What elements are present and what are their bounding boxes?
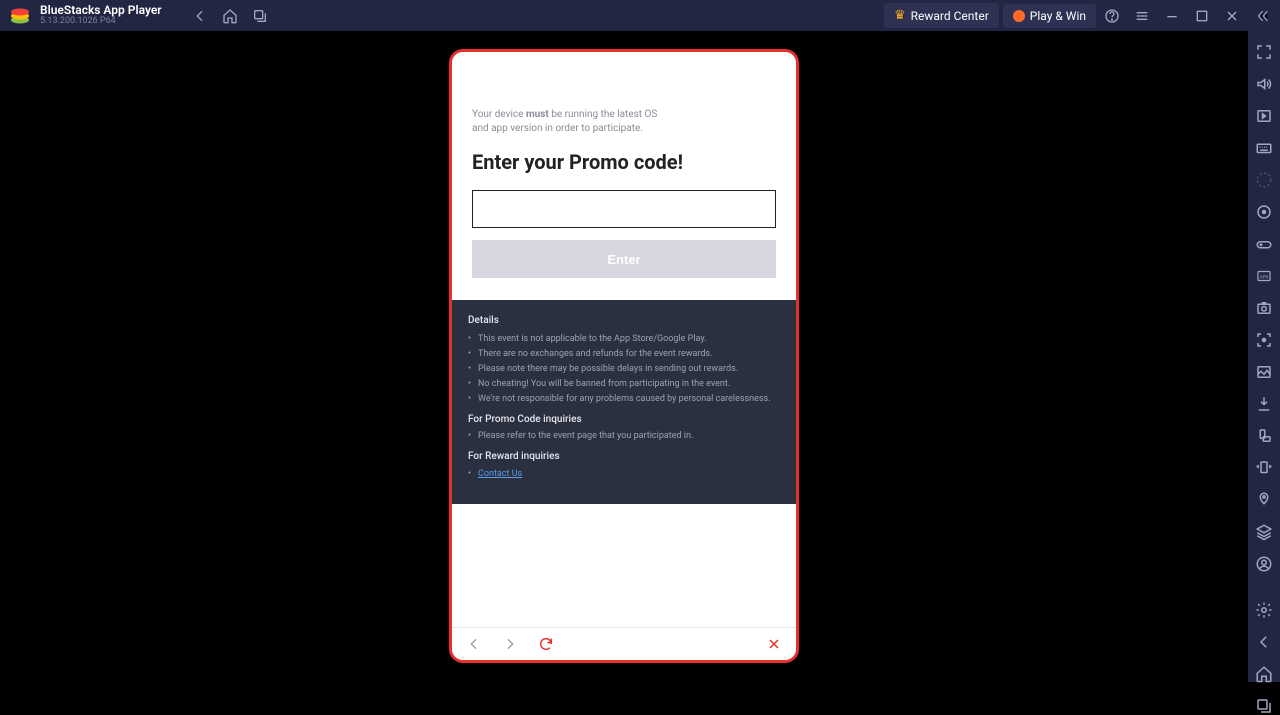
crown-icon: ♛ [894, 8, 906, 23]
titlebar: BlueStacks App Player 5.13.200.1026 P64 … [0, 0, 1280, 31]
gamepad-icon[interactable] [1255, 235, 1273, 253]
close-icon[interactable] [1224, 8, 1240, 24]
shake-icon[interactable] [1255, 459, 1273, 477]
promo-panel: Your device must be running the latest O… [452, 52, 796, 300]
help-icon[interactable] [1104, 8, 1120, 24]
volume-icon[interactable] [1255, 75, 1273, 93]
maximize-icon[interactable] [1194, 8, 1210, 24]
media-icon[interactable] [1255, 363, 1273, 381]
reward-inquiries-list: Contact Us [468, 467, 780, 482]
pin-icon[interactable] [1255, 491, 1273, 509]
promo-heading: Enter your Promo code! [472, 150, 776, 174]
install-icon[interactable] [1255, 395, 1273, 413]
list-item: Contact Us [478, 467, 780, 482]
reward-center-label: Reward Center [911, 9, 989, 23]
home-icon[interactable] [222, 8, 238, 24]
fullscreen-icon[interactable] [1255, 43, 1273, 61]
bluestacks-logo [8, 4, 32, 28]
play-win-button[interactable]: Play & Win [1003, 4, 1096, 28]
collapse-icon[interactable] [1254, 8, 1270, 24]
enter-button[interactable]: Enter [472, 240, 776, 278]
svg-text:APK: APK [1260, 274, 1269, 280]
list-item: We're not responsible for any problems c… [478, 392, 780, 407]
promo-inquiries-list: Please refer to the event page that you … [468, 429, 780, 444]
list-item: Please refer to the event page that you … [478, 429, 780, 444]
list-item: There are no exchanges and refunds for t… [478, 347, 780, 362]
phone-blank-area [452, 504, 796, 627]
orange-dot-icon [1013, 10, 1025, 22]
settings-icon[interactable] [1255, 601, 1273, 619]
phone-frame: Your device must be running the latest O… [449, 49, 799, 663]
phone-bottom-nav [452, 627, 796, 660]
lock-cursor-icon[interactable] [1255, 107, 1273, 125]
location-icon[interactable] [1255, 203, 1273, 221]
account-icon[interactable] [1255, 555, 1273, 573]
apk-icon[interactable]: APK [1255, 267, 1273, 285]
menu-icon[interactable] [1134, 8, 1150, 24]
nav-forward-icon[interactable] [502, 636, 518, 652]
reward-inquiries-heading: For Reward inquiries [468, 450, 780, 465]
screenshot-icon[interactable] [1255, 299, 1273, 317]
promo-code-input[interactable] [472, 190, 776, 228]
keyboard-icon[interactable] [1255, 139, 1273, 157]
nav-close-icon[interactable] [766, 636, 782, 652]
back-arrow-icon[interactable] [1255, 633, 1273, 651]
app-version: 5.13.200.1026 P64 [40, 17, 162, 27]
promo-inquiries-heading: For Promo Code inquiries [468, 413, 780, 428]
nav-reload-icon[interactable] [538, 636, 554, 652]
recents-icon[interactable] [252, 8, 268, 24]
device-note: Your device must be running the latest O… [472, 108, 776, 136]
minimize-icon[interactable] [1164, 8, 1180, 24]
sync-icon[interactable] [1255, 171, 1273, 189]
nav-back-icon[interactable] [466, 636, 482, 652]
rotate-icon[interactable] [1255, 427, 1273, 445]
list-item: No cheating! You will be banned from par… [478, 377, 780, 392]
home-arrow-icon[interactable] [1255, 665, 1273, 683]
details-heading: Details [468, 314, 780, 329]
list-item: Please note there may be possible delays… [478, 362, 780, 377]
list-item: This event is not applicable to the App … [478, 332, 780, 347]
contact-us-link[interactable]: Contact Us [478, 469, 522, 479]
app-title-block: BlueStacks App Player 5.13.200.1026 P64 [40, 4, 162, 27]
details-list: This event is not applicable to the App … [468, 332, 780, 407]
record-icon[interactable] [1255, 331, 1273, 349]
workspace: Your device must be running the latest O… [0, 31, 1248, 682]
layers-icon[interactable] [1255, 523, 1273, 541]
play-win-label: Play & Win [1030, 9, 1086, 23]
right-toolbar: APK [1248, 31, 1280, 682]
back-icon[interactable] [192, 8, 208, 24]
overview-icon[interactable] [1255, 697, 1273, 715]
reward-center-button[interactable]: ♛ Reward Center [884, 3, 999, 28]
details-block: Details This event is not applicable to … [452, 300, 796, 504]
